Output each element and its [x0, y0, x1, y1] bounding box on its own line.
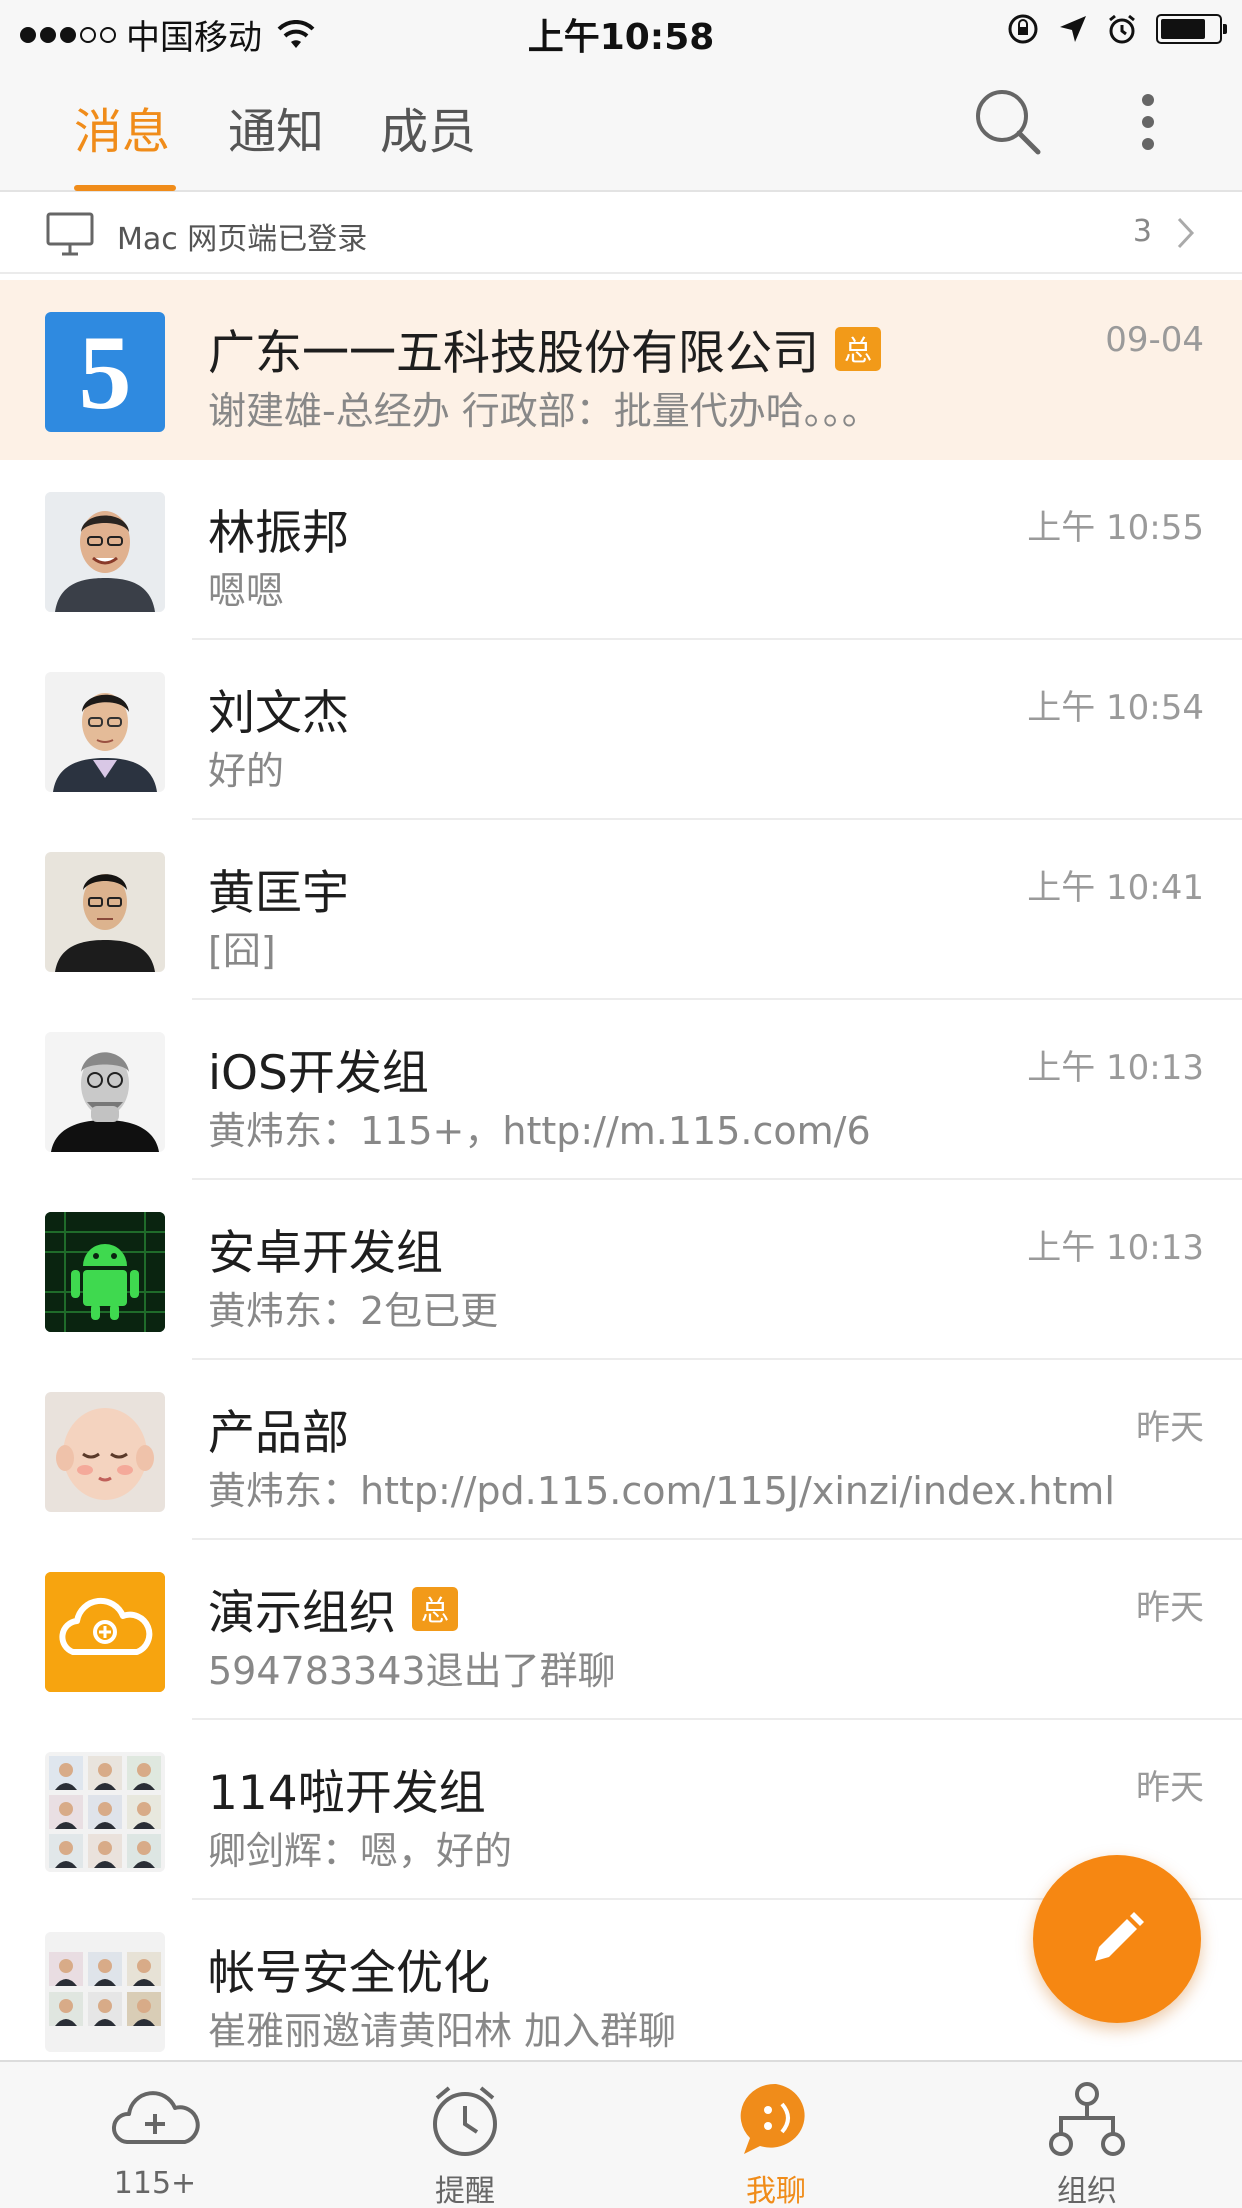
conversation-name: 林振邦 — [208, 506, 349, 561]
location-arrow-icon — [1060, 16, 1086, 42]
conversation-time: 昨天 — [1136, 1408, 1204, 1448]
conversation-preview: 594783343退出了群聊 — [208, 1649, 616, 1693]
more-vertical-icon[interactable] — [1130, 90, 1166, 160]
active-tab-indicator — [74, 185, 176, 191]
nav-115plus[interactable]: 115+ — [30, 2062, 280, 2208]
conversation-time: 上午 10:13 — [1027, 1048, 1204, 1088]
company-logo-avatar: 5 — [45, 312, 165, 432]
monitor-icon — [46, 212, 94, 256]
bottom-tab-bar: 115+ 提醒 我聊 组织 — [0, 2060, 1242, 2208]
org-tree-icon — [1049, 2082, 1125, 2156]
conversation-name: 刘文杰 — [208, 686, 349, 741]
rotation-lock-icon — [1008, 14, 1038, 44]
tab-notifications[interactable]: 通知 — [228, 92, 324, 162]
nav-label: 组织 — [1057, 2174, 1117, 2208]
status-bar: 中国移动 上午10:58 — [0, 0, 1242, 62]
conversation-name: 帐号安全优化 — [208, 1946, 490, 2001]
conversation-name: iOS开发组 — [208, 1046, 429, 1101]
alarm-icon — [1109, 14, 1135, 44]
conversation-preview: 崔雅丽邀请黄阳林 加入群聊 — [208, 2009, 677, 2053]
chat-smile-icon — [740, 2083, 805, 2154]
chevron-right-icon — [1177, 217, 1195, 249]
conversation-preview: 嗯嗯 — [208, 569, 285, 613]
person-avatar — [45, 492, 165, 612]
admin-badge: 总 — [412, 1586, 458, 1631]
conversation-row[interactable]: 产品部 黄炜东：http://pd.115.com/115J/xinzi/ind… — [0, 1360, 1242, 1540]
conversation-row[interactable]: 演示组织 总 594783343退出了群聊 昨天 — [0, 1540, 1242, 1720]
login-banner[interactable]: Mac 网页端已登录 3 — [0, 192, 1242, 274]
conversation-preview: 黄炜东：2包已更 — [208, 1289, 499, 1333]
group-grid-avatar — [45, 1752, 165, 1872]
conversation-name: 产品部 — [208, 1406, 349, 1461]
conversation-preview: 卿剑辉：嗯，好的 — [208, 1829, 513, 1873]
conversation-row[interactable]: 安卓开发组 黄炜东：2包已更 上午 10:13 — [0, 1180, 1242, 1360]
conversation-preview: 好的 — [208, 749, 285, 793]
conversation-time: 昨天 — [1136, 1588, 1204, 1628]
cartoon-face-avatar — [45, 1392, 165, 1512]
tab-members[interactable]: 成员 — [380, 92, 476, 162]
conversation-list: 5 广东一一五科技股份有限公司 总 谢建雄-总经办 行政部：批量代办哈。。。 0… — [0, 280, 1242, 2080]
search-icon[interactable] — [972, 86, 1042, 156]
conversation-name: 114啦开发组 — [208, 1766, 486, 1821]
top-bar: 消息 通知 成员 — [0, 62, 1242, 192]
status-icons — [1006, 12, 1227, 46]
conversation-preview: 谢建雄-总经办 行政部：批量代办哈。。。 — [208, 389, 880, 433]
tab-messages[interactable]: 消息 — [74, 92, 170, 162]
nav-chat[interactable]: 我聊 — [651, 2062, 901, 2208]
battery-icon — [1156, 14, 1227, 44]
conversation-row[interactable]: 114啦开发组 卿剑辉：嗯，好的 昨天 — [0, 1720, 1242, 1900]
conversation-name: 演示组织 — [208, 1586, 396, 1641]
person-avatar — [45, 672, 165, 792]
compose-button[interactable] — [1033, 1855, 1201, 2023]
group-avatar — [45, 1032, 165, 1152]
conversation-time: 上午 10:54 — [1027, 688, 1204, 728]
nav-label: 提醒 — [435, 2174, 495, 2208]
group-grid-avatar — [45, 1932, 165, 2052]
android-logo-avatar — [45, 1212, 165, 1332]
person-avatar — [45, 852, 165, 972]
svg-text:5: 5 — [79, 314, 132, 431]
alarm-clock-icon — [433, 2086, 497, 2156]
nav-reminders[interactable]: 提醒 — [340, 2062, 590, 2208]
conversation-name: 安卓开发组 — [208, 1226, 443, 1281]
conversation-name: 广东一一五科技股份有限公司 — [208, 326, 819, 381]
conversation-time: 上午 10:55 — [1027, 508, 1204, 548]
nav-label: 我聊 — [746, 2174, 806, 2208]
conversation-row[interactable]: 林振邦 嗯嗯 上午 10:55 — [0, 460, 1242, 640]
admin-badge: 总 — [835, 326, 881, 371]
pencil-icon — [1095, 1912, 1144, 1961]
nav-organization[interactable]: 组织 — [962, 2062, 1212, 2208]
conversation-row[interactable]: 刘文杰 好的 上午 10:54 — [0, 640, 1242, 820]
conversation-preview: 黄炜东：115+，http://m.115.com/6 — [208, 1109, 871, 1153]
login-device-count: 3 — [1132, 214, 1152, 249]
conversation-preview: [囧] — [208, 929, 276, 973]
conversation-row[interactable]: iOS开发组 黄炜东：115+，http://m.115.com/6 上午 10… — [0, 1000, 1242, 1180]
login-banner-label: Mac 网页端已登录 — [117, 222, 368, 257]
cloud-logo-avatar — [45, 1572, 165, 1692]
conversation-name: 黄匡宇 — [208, 866, 349, 921]
conversation-time: 上午 10:41 — [1027, 868, 1204, 908]
conversation-preview: 黄炜东：http://pd.115.com/115J/xinzi/index.h… — [208, 1469, 1115, 1513]
nav-label: 115+ — [113, 2166, 197, 2201]
conversation-time: 上午 10:13 — [1027, 1228, 1204, 1268]
conversation-row[interactable]: 5 广东一一五科技股份有限公司 总 谢建雄-总经办 行政部：批量代办哈。。。 0… — [0, 280, 1242, 460]
conversation-time: 09-04 — [1105, 320, 1204, 360]
conversation-time: 昨天 — [1136, 1768, 1204, 1808]
conversation-row[interactable]: 黄匡宇 [囧] 上午 10:41 — [0, 820, 1242, 1000]
cloud-plus-icon — [111, 2091, 200, 2144]
